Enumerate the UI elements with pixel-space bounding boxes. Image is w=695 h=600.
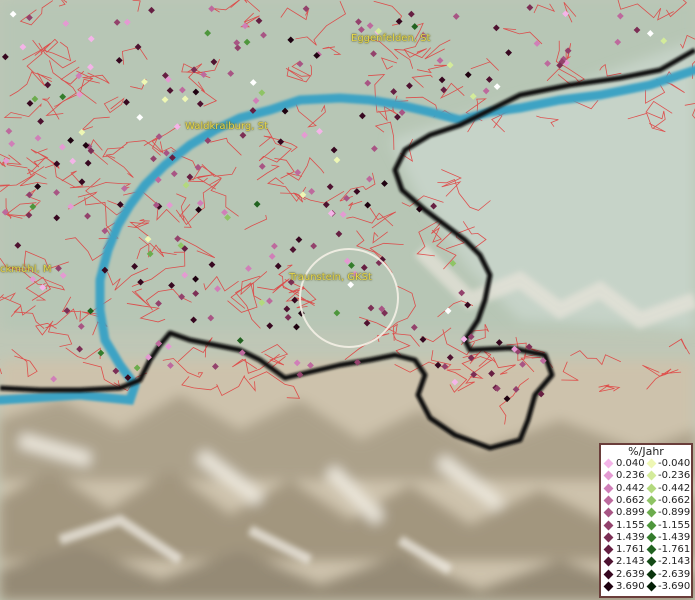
legend-row: 0.442 -0.442 — [601, 483, 691, 494]
legend-label: -0.899 — [658, 507, 691, 519]
legend-label: -0.442 — [658, 482, 691, 494]
legend-label: -1.439 — [658, 531, 691, 543]
legend-label: 0.899 — [616, 507, 645, 519]
legend-label: 2.639 — [616, 568, 645, 580]
place-label-waldkraiburg: Waldkraiburg, St — [185, 121, 268, 132]
legend-label: -2.143 — [658, 556, 691, 568]
legend-label: 3.690 — [616, 581, 645, 592]
legend-swatch — [646, 483, 657, 494]
legend-swatch — [646, 556, 657, 567]
legend-row: 3.690 -3.690 — [601, 581, 691, 592]
legend-swatch — [646, 544, 657, 555]
legend-row: 0.236 -0.236 — [601, 470, 691, 481]
legend-panel: %/Jahr 0.040 -0.040 0.236 -0.236 0.442 -0.442… — [599, 443, 693, 598]
legend-swatch — [603, 458, 614, 469]
legend-swatch — [646, 470, 657, 481]
legend-swatch — [646, 458, 657, 469]
legend-swatch — [646, 569, 657, 580]
legend-title: %/Jahr — [628, 445, 664, 458]
legend-row: 0.899 -0.899 — [601, 507, 691, 518]
legend-label: 1.155 — [616, 519, 645, 531]
legend-row: 1.439 -1.439 — [601, 532, 691, 543]
legend-label: -0.040 — [658, 458, 691, 469]
legend-row: 2.639 -2.639 — [601, 569, 691, 580]
legend-swatch — [646, 532, 657, 543]
legend-label: 1.761 — [616, 544, 645, 556]
legend-swatch — [646, 495, 657, 506]
legend-swatch — [603, 507, 614, 518]
legend-label: -1.155 — [658, 519, 691, 531]
map-canvas[interactable] — [0, 0, 695, 600]
legend-row: 1.761 -1.761 — [601, 544, 691, 555]
legend-label: 2.143 — [616, 556, 645, 568]
place-label-ckmuehl: ckmühl, M — [0, 264, 52, 275]
legend-swatch — [603, 520, 614, 530]
legend-row: 0.040 -0.040 — [601, 458, 691, 469]
legend-swatch — [646, 581, 657, 592]
legend-label: 0.040 — [616, 458, 645, 469]
legend-label: 1.439 — [616, 531, 645, 543]
legend-label: -0.662 — [658, 494, 691, 506]
legend-label: 0.662 — [616, 494, 645, 506]
legend-swatch — [603, 556, 614, 567]
legend-row: 2.143 -2.143 — [601, 556, 691, 567]
legend-swatch — [603, 483, 614, 494]
legend-swatch — [603, 581, 614, 592]
legend-label: 0.236 — [616, 470, 645, 482]
legend-swatch — [603, 544, 614, 555]
legend-swatch — [603, 532, 614, 543]
legend-swatch — [646, 507, 657, 518]
legend-label: 0.442 — [616, 482, 645, 494]
legend-swatch — [603, 569, 614, 580]
legend-label: -3.690 — [658, 581, 691, 592]
legend-label: -0.236 — [658, 470, 691, 482]
place-label-traunstein: Traunstein, GKSt — [289, 272, 372, 283]
legend-row: 0.662 -0.662 — [601, 495, 691, 506]
legend-row: 1.155 -1.155 — [601, 520, 691, 531]
legend-label: -1.761 — [658, 544, 691, 556]
legend-swatch — [603, 470, 614, 481]
place-label-eggenfelden: Eggenfelden, St — [351, 33, 431, 44]
legend-swatch — [603, 495, 614, 506]
legend-label: -2.639 — [658, 568, 691, 580]
legend-swatch — [646, 520, 657, 530]
